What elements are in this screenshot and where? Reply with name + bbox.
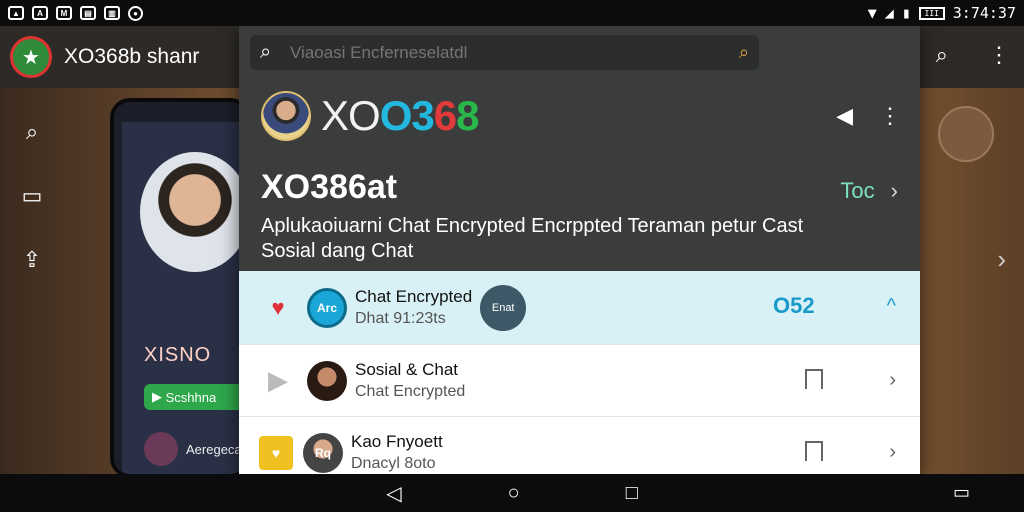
search-input[interactable] [290, 42, 739, 63]
list-item-text: Chat Encrypted Dhat 91:23ts [355, 287, 472, 328]
phone-item-label: Aeregeca [186, 441, 242, 457]
toc-link[interactable]: Toc › [840, 178, 898, 204]
list-item-text: Sosial & Chat Chat Encrypted [355, 360, 465, 401]
brand-part: O [379, 92, 413, 139]
bookmark-icon[interactable] [805, 369, 823, 389]
chevron-right-icon[interactable]: › [997, 244, 1006, 275]
brand-part: 8 [456, 92, 479, 139]
toc-label: Toc [840, 178, 875, 203]
list-item-subtitle: Chat Encrypted [355, 383, 466, 400]
rotate-screen-icon[interactable]: ▭ [953, 482, 970, 503]
phone-image: XISNO ▶ Scshhna Aeregeca [110, 98, 250, 478]
chevron-right-icon: › [890, 178, 898, 203]
avatar[interactable] [938, 106, 994, 162]
avatar: Rq [303, 432, 343, 473]
tag-icon: ♥ [259, 435, 293, 470]
list-item-subtitle: Dnacyl 8oto [351, 455, 436, 472]
share-icon[interactable]: ⇪ [18, 246, 46, 274]
search-submit-icon[interactable]: ⌕ [739, 42, 749, 63]
phone-list-item: Aeregeca [144, 432, 242, 466]
screen: ▲ A M ▤ ▥ ● ▼ ◢ ▮ III 3:74:37 ★ XO368b s… [0, 0, 1024, 512]
phone-button-label: Scshhna [165, 389, 217, 405]
heart-icon: ♥ [271, 294, 285, 320]
list-item-title: Kao Fnyoett [351, 432, 443, 451]
back-icon[interactable]: ◁ [386, 481, 401, 506]
navigation-bar: ◁ ○ □ ▭ [0, 474, 1024, 512]
folder-icon[interactable]: ▭ [18, 182, 46, 210]
search-bar[interactable]: ⌕ ⌕ [250, 35, 759, 70]
brand-logo-text: XOO368 [321, 92, 479, 140]
chat-list: ♥ Arc Chat Encrypted Dhat 91:23ts Enat O… [239, 271, 920, 474]
video-icon: ▥ [104, 6, 120, 20]
chevron-right-icon[interactable]: › [889, 441, 896, 464]
phone-brand: XISNO [144, 344, 212, 366]
home-icon[interactable]: ○ [508, 482, 520, 505]
search-icon[interactable]: ⌕ [18, 118, 46, 146]
phone-screen: XISNO ▶ Scshhna Aeregeca [122, 122, 246, 474]
avatar[interactable] [261, 91, 311, 141]
side-nav: ⌕ ▭ ⇪ [18, 118, 46, 274]
sim-icon: ▮ [901, 4, 911, 22]
avatar [307, 360, 347, 401]
list-item-title: Sosial & Chat [355, 360, 458, 379]
clock: 3:74:37 [952, 4, 1016, 22]
header-actions: ◀ ⋮ [836, 103, 901, 129]
list-item[interactable]: ▶ Sosial & Chat Chat Encrypted › [239, 345, 920, 417]
list-item-title: Chat Encrypted [355, 287, 473, 306]
record-icon: ● [128, 5, 143, 21]
app-logo-icon[interactable]: ★ [10, 36, 52, 78]
list-item-subtitle: Dhat 91:23ts [355, 310, 446, 327]
image-icon: ▲ [8, 6, 24, 20]
app-title: XO368b shanr [64, 45, 200, 68]
signal-icon: ◢ [884, 4, 894, 22]
overlay-panel: ⌕ ⌕ XOO368 ◀ ⋮ XO386at Toc › Aplukaoiuarn… [239, 26, 920, 474]
search-icon: ⌕ [260, 41, 272, 63]
brand-part: XO [321, 92, 381, 139]
bookmark-icon[interactable] [805, 441, 823, 461]
page-title: XO386at [261, 168, 398, 206]
avatar: Arc [307, 287, 347, 328]
brand-part: 6 [433, 92, 457, 139]
status-badge: O52 [773, 293, 815, 318]
app-icon [144, 432, 178, 466]
system-status: ▼ ◢ ▮ III 3:74:37 [868, 4, 1016, 22]
description: Aplukaoiuarni Chat Encrypted Encrppted T… [261, 215, 804, 262]
notification-icons: ▲ A M ▤ ▥ ● [8, 5, 143, 21]
more-vert-icon[interactable]: ⋮ [988, 42, 1010, 68]
chevron-right-icon[interactable]: › [889, 369, 896, 392]
brand-part: 3 [411, 92, 434, 139]
mail-icon: M [56, 6, 72, 20]
search-icon[interactable]: ⌕ [936, 42, 948, 68]
list-item[interactable]: ♥ Rq Kao Fnyoett Dnacyl 8oto › [239, 417, 920, 474]
recents-icon[interactable]: □ [626, 482, 638, 505]
battery-icon: III [918, 6, 945, 20]
status-bar: ▲ A M ▤ ▥ ● ▼ ◢ ▮ III 3:74:37 [0, 0, 1024, 26]
wifi-icon: ▼ [867, 4, 877, 22]
brand-header: XOO368 ◀ ⋮ [261, 88, 901, 144]
phone-play-button: ▶ Scshhna [144, 384, 246, 410]
play-icon: ▶ [268, 365, 288, 395]
chat-bubble-icon: Enat [480, 284, 527, 331]
chevron-up-icon[interactable]: ^ [887, 295, 896, 318]
more-vert-icon[interactable]: ⋮ [879, 103, 901, 129]
toolbar-actions: ⌕ ⋮ [936, 42, 1010, 68]
calendar-icon: ▤ [80, 6, 96, 20]
text-icon: A [32, 6, 48, 20]
list-item-text: Kao Fnyoett Dnacyl 8oto [351, 432, 443, 473]
megaphone-icon[interactable]: ◀ [836, 103, 853, 129]
list-item[interactable]: ♥ Arc Chat Encrypted Dhat 91:23ts Enat O… [239, 271, 920, 345]
profile-photo [140, 152, 246, 272]
